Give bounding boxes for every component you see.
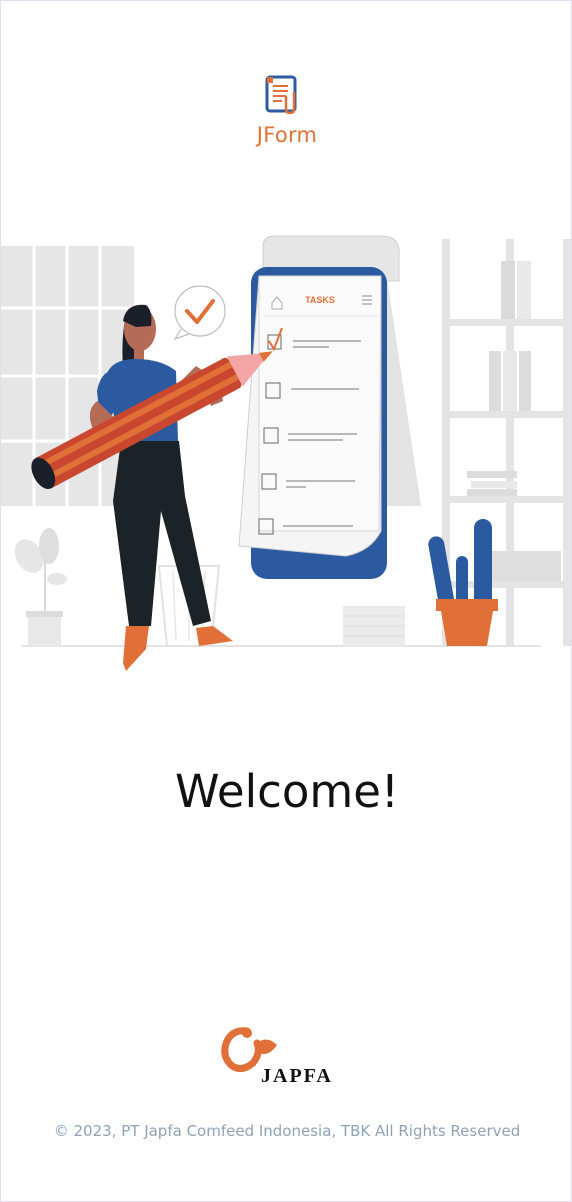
svg-text:JAPFA: JAPFA xyxy=(261,1065,333,1087)
splash-screen: JForm TASKS Welcome! JAPFA © 2023, PT Ja… xyxy=(0,0,572,1202)
plant-illustration xyxy=(14,528,67,646)
task-checklist-illustration: TASKS xyxy=(1,235,571,671)
japfa-logo: JAPFA xyxy=(221,1027,333,1087)
cactus-illustration xyxy=(428,519,498,646)
document-paperclip-icon xyxy=(265,75,297,115)
phone-checklist: TASKS xyxy=(238,235,421,579)
app-name: JForm xyxy=(256,123,318,147)
speech-bubble-check xyxy=(173,285,226,341)
phone-title: TASKS xyxy=(305,295,335,305)
copyright-text: © 2023, PT Japfa Comfeed Indonesia, TBK … xyxy=(53,1122,521,1140)
welcome-title: Welcome! xyxy=(175,765,399,818)
